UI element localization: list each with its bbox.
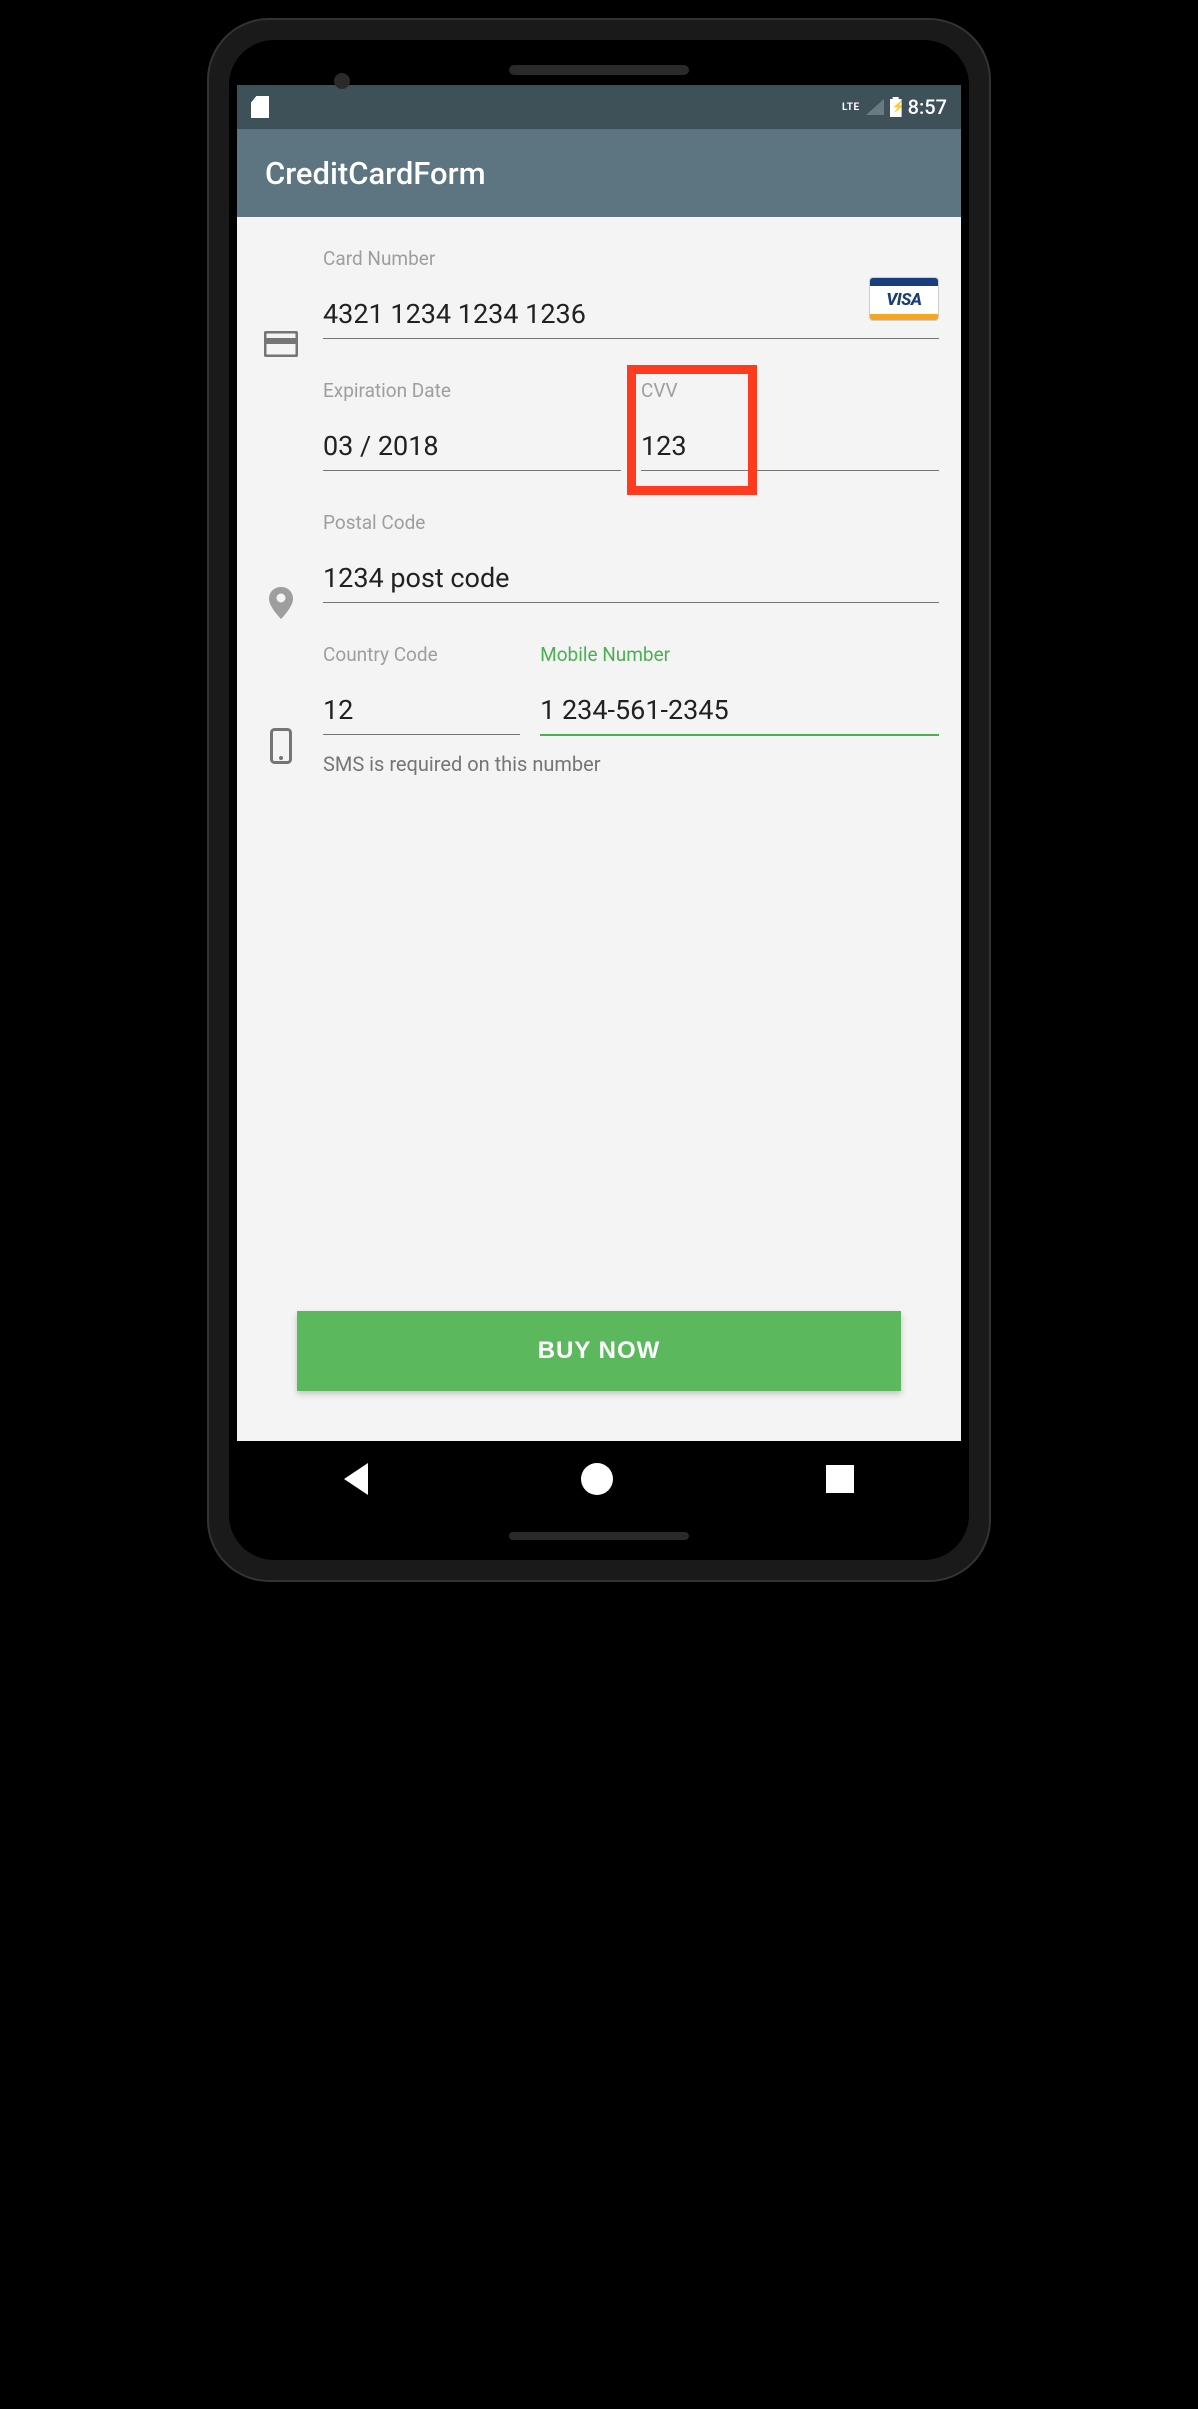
location-pin-icon: [267, 585, 295, 621]
buy-now-button[interactable]: BUY NOW: [297, 1311, 901, 1391]
phone-inner: LTE 8:57 CreditCardForm Card: [229, 40, 969, 1560]
visa-text: VISA: [870, 286, 938, 314]
form-content: Card Number VISA: [237, 217, 961, 1441]
expiration-label: Expiration Date: [323, 379, 621, 402]
expiration-input[interactable]: [323, 426, 621, 471]
signal-icon: [866, 99, 884, 115]
postal-input[interactable]: [323, 558, 939, 603]
mobile-helper-text: SMS is required on this number: [323, 752, 939, 776]
phone-icon: [270, 728, 292, 764]
status-bar: LTE 8:57: [237, 85, 961, 129]
home-button[interactable]: [581, 1463, 613, 1495]
mobile-input[interactable]: [540, 690, 939, 736]
battery-icon: [890, 97, 902, 117]
card-number-input[interactable]: [323, 294, 939, 339]
top-speaker: [509, 65, 689, 75]
phone-device-frame: LTE 8:57 CreditCardForm Card: [209, 20, 989, 1580]
credit-card-icon: [264, 331, 298, 357]
recent-apps-button[interactable]: [826, 1465, 854, 1493]
cvv-label: CVV: [641, 379, 939, 402]
cvv-input[interactable]: [641, 426, 939, 471]
card-number-label: Card Number: [323, 247, 939, 270]
app-bar: CreditCardForm: [237, 129, 961, 217]
bottom-speaker: [509, 1532, 689, 1540]
network-label: LTE: [842, 102, 860, 113]
front-camera: [334, 73, 350, 89]
card-brand-badge: VISA: [869, 277, 939, 321]
back-button[interactable]: [344, 1463, 368, 1495]
country-code-label: Country Code: [323, 643, 520, 666]
clock: 8:57: [908, 95, 947, 119]
sd-card-icon: [251, 96, 269, 118]
app-title: CreditCardForm: [265, 155, 486, 192]
navigation-bar: [237, 1441, 961, 1517]
postal-label: Postal Code: [323, 511, 939, 534]
mobile-label: Mobile Number: [540, 643, 939, 666]
country-code-input[interactable]: [323, 690, 520, 735]
device-screen: LTE 8:57 CreditCardForm Card: [237, 85, 961, 1441]
